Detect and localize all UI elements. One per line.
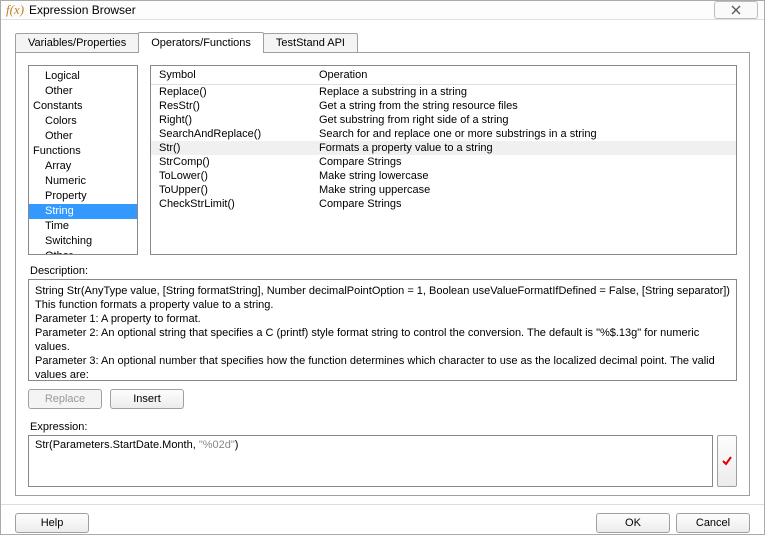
cancel-button[interactable]: Cancel xyxy=(676,513,750,533)
table-row[interactable]: Right() Get substring from right side of… xyxy=(151,113,736,127)
tree-item-string[interactable]: String xyxy=(29,204,137,219)
table-header: Symbol Operation xyxy=(151,66,736,85)
tree-item[interactable]: Colors xyxy=(29,114,137,129)
checkmark-icon xyxy=(721,455,733,467)
table-row[interactable]: ResStr() Get a string from the string re… xyxy=(151,99,736,113)
expression-browser-window: f(x) Expression Browser Variables/Proper… xyxy=(0,0,765,535)
table-row[interactable]: ToUpper() Make string uppercase xyxy=(151,183,736,197)
replace-button: Replace xyxy=(28,389,102,409)
table-body[interactable]: Replace() Replace a substring in a strin… xyxy=(151,85,736,254)
table-row-selected[interactable]: Str() Formats a property value to a stri… xyxy=(151,141,736,155)
tree-item[interactable]: Time xyxy=(29,219,137,234)
tabbar: Variables/Properties Operators/Functions… xyxy=(15,32,750,52)
tree-item[interactable]: Other xyxy=(29,249,137,255)
table-row[interactable]: SearchAndReplace() Search for and replac… xyxy=(151,127,736,141)
table-row[interactable]: CheckStrLimit() Compare Strings xyxy=(151,197,736,211)
description-box[interactable]: String Str(AnyType value, [String format… xyxy=(28,279,737,381)
action-buttons: Replace Insert xyxy=(28,389,737,409)
tree-item[interactable]: Logical xyxy=(29,69,137,84)
tree-item[interactable]: Numeric xyxy=(29,174,137,189)
fx-icon: f(x) xyxy=(7,2,23,18)
expression-input[interactable]: Str(Parameters.StartDate.Month, "%02d") xyxy=(28,435,713,487)
description-summary: This function formats a property value t… xyxy=(35,298,730,312)
titlebar: f(x) Expression Browser xyxy=(1,1,764,20)
column-header-symbol[interactable]: Symbol xyxy=(151,66,311,84)
close-button[interactable] xyxy=(714,1,758,19)
tree-item[interactable]: Constants xyxy=(29,99,137,114)
ok-button[interactable]: OK xyxy=(596,513,670,533)
tab-operators-functions[interactable]: Operators/Functions xyxy=(138,32,264,52)
expression-row: Str(Parameters.StartDate.Month, "%02d") xyxy=(28,435,737,487)
description-signature: String Str(AnyType value, [String format… xyxy=(35,284,730,298)
expression-label: Expression: xyxy=(30,421,737,433)
table-row[interactable]: Replace() Replace a substring in a strin… xyxy=(151,85,736,99)
tree-item[interactable]: Other xyxy=(29,129,137,144)
column-header-operation[interactable]: Operation xyxy=(311,66,736,84)
tree-item[interactable]: Functions xyxy=(29,144,137,159)
tree-item[interactable]: Other xyxy=(29,84,137,99)
help-button[interactable]: Help xyxy=(15,513,89,533)
tree-item[interactable]: Array xyxy=(29,159,137,174)
description-param3: Parameter 3: An optional number that spe… xyxy=(35,354,730,381)
insert-button[interactable]: Insert xyxy=(110,389,184,409)
tree-item[interactable]: Switching xyxy=(29,234,137,249)
function-table: Symbol Operation Replace() Replace a sub… xyxy=(150,65,737,255)
tree-item[interactable]: Property xyxy=(29,189,137,204)
description-param1: Parameter 1: A property to format. xyxy=(35,312,730,326)
content-area: Variables/Properties Operators/Functions… xyxy=(1,20,764,504)
dialog-footer: Help OK Cancel xyxy=(1,504,764,541)
validate-expression-button[interactable] xyxy=(717,435,737,487)
category-tree[interactable]: Logical Other Constants Colors Other Fun… xyxy=(28,65,138,255)
window-title: Expression Browser xyxy=(29,3,136,17)
table-row[interactable]: ToLower() Make string lowercase xyxy=(151,169,736,183)
close-icon xyxy=(731,5,741,15)
tab-teststand-api[interactable]: TestStand API xyxy=(263,33,358,52)
table-row[interactable]: StrComp() Compare Strings xyxy=(151,155,736,169)
tabpage-operators-functions: Logical Other Constants Colors Other Fun… xyxy=(15,52,750,496)
description-param2: Parameter 2: An optional string that spe… xyxy=(35,326,730,354)
tab-variables-properties[interactable]: Variables/Properties xyxy=(15,33,139,52)
description-label: Description: xyxy=(30,265,737,277)
